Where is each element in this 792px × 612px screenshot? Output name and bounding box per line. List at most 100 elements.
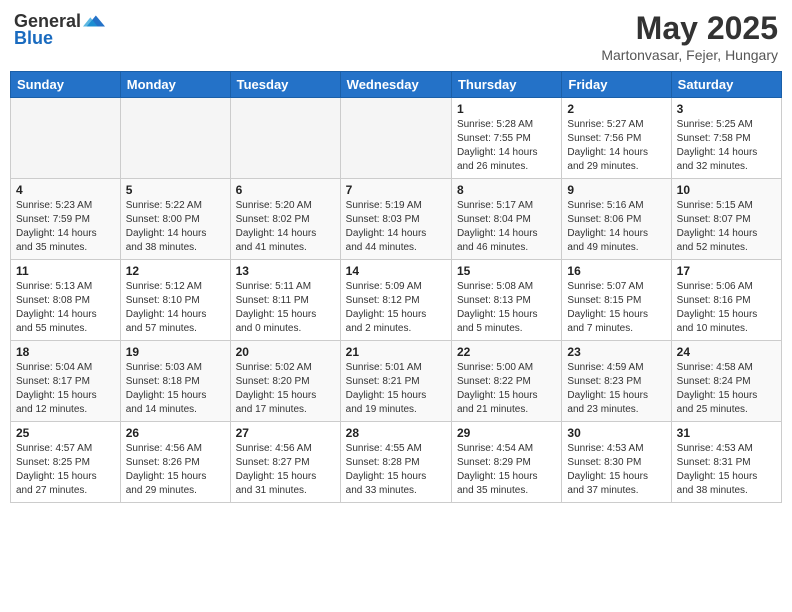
day-info: Sunrise: 5:09 AMSunset: 8:12 PMDaylight:…	[346, 280, 446, 336]
day-info: Sunrise: 5:20 AMSunset: 8:02 PMDaylight:…	[236, 199, 335, 255]
col-header-tuesday: Tuesday	[230, 72, 340, 98]
day-number: 29	[457, 426, 556, 440]
calendar-cell: 24 Sunrise: 4:58 AMSunset: 8:24 PMDayligh…	[671, 341, 781, 422]
logo-blue: Blue	[14, 28, 53, 49]
calendar-cell: 11 Sunrise: 5:13 AMSunset: 8:08 PMDayligh…	[11, 260, 121, 341]
calendar-cell	[230, 98, 340, 179]
calendar-cell: 29Sunrise: 4:54 AMSunset: 8:29 PMDayligh…	[451, 422, 561, 503]
day-number: 24	[677, 345, 776, 359]
day-info: Sunrise: 4:53 AMSunset: 8:30 PMDaylight:…	[567, 442, 665, 498]
calendar-cell: 28 Sunrise: 4:55 AMSunset: 8:28 PMDayligh…	[340, 422, 451, 503]
day-number: 20	[236, 345, 335, 359]
calendar-cell: 6 Sunrise: 5:20 AMSunset: 8:02 PMDaylight…	[230, 179, 340, 260]
col-header-friday: Friday	[562, 72, 671, 98]
day-info: Sunrise: 5:06 AMSunset: 8:16 PMDaylight:…	[677, 280, 776, 336]
day-info: Sunrise: 5:23 AMSunset: 7:59 PMDaylight:…	[16, 199, 115, 255]
day-number: 27	[236, 426, 335, 440]
day-number: 4	[16, 183, 115, 197]
day-number: 15	[457, 264, 556, 278]
page-header: General Blue May 2025 Martonvasar, Fejer…	[10, 10, 782, 63]
calendar-cell: 10Sunrise: 5:15 AMSunset: 8:07 PMDayligh…	[671, 179, 781, 260]
day-info: Sunrise: 5:00 AMSunset: 8:22 PMDaylight:…	[457, 361, 556, 417]
day-info: Sunrise: 5:04 AMSunset: 8:17 PMDaylight:…	[16, 361, 115, 417]
calendar-cell: 22 Sunrise: 5:00 AMSunset: 8:22 PMDayligh…	[451, 341, 561, 422]
day-number: 22	[457, 345, 556, 359]
day-number: 16	[567, 264, 665, 278]
calendar-cell: 27 Sunrise: 4:56 AMSunset: 8:27 PMDayligh…	[230, 422, 340, 503]
day-number: 17	[677, 264, 776, 278]
day-info: Sunrise: 5:12 AMSunset: 8:10 PMDaylight:…	[126, 280, 225, 336]
day-info: Sunrise: 4:58 AMSunset: 8:24 PMDaylight:…	[677, 361, 776, 417]
col-header-thursday: Thursday	[451, 72, 561, 98]
col-header-sunday: Sunday	[11, 72, 121, 98]
day-number: 7	[346, 183, 446, 197]
day-number: 31	[677, 426, 776, 440]
day-number: 25	[16, 426, 115, 440]
title-block: May 2025 Martonvasar, Fejer, Hungary	[601, 10, 778, 63]
day-info: Sunrise: 5:01 AMSunset: 8:21 PMDaylight:…	[346, 361, 446, 417]
calendar-cell: 26Sunrise: 4:56 AMSunset: 8:26 PMDayligh…	[120, 422, 230, 503]
day-info: Sunrise: 4:55 AMSunset: 8:28 PMDaylight:…	[346, 442, 446, 498]
calendar-cell: 25 Sunrise: 4:57 AMSunset: 8:25 PMDayligh…	[11, 422, 121, 503]
calendar-cell: 23Sunrise: 4:59 AMSunset: 8:23 PMDayligh…	[562, 341, 671, 422]
day-info: Sunrise: 5:27 AMSunset: 7:56 PMDaylight:…	[567, 118, 665, 174]
calendar-cell: 12 Sunrise: 5:12 AMSunset: 8:10 PMDayligh…	[120, 260, 230, 341]
day-number: 8	[457, 183, 556, 197]
calendar-cell: 4 Sunrise: 5:23 AMSunset: 7:59 PMDaylight…	[11, 179, 121, 260]
location: Martonvasar, Fejer, Hungary	[601, 47, 778, 63]
calendar-cell: 13 Sunrise: 5:11 AMSunset: 8:11 PMDayligh…	[230, 260, 340, 341]
calendar-cell	[120, 98, 230, 179]
day-info: Sunrise: 4:57 AMSunset: 8:25 PMDaylight:…	[16, 442, 115, 498]
logo: General Blue	[14, 10, 105, 49]
day-info: Sunrise: 5:15 AMSunset: 8:07 PMDaylight:…	[677, 199, 776, 255]
day-number: 21	[346, 345, 446, 359]
calendar-cell: 8 Sunrise: 5:17 AMSunset: 8:04 PMDaylight…	[451, 179, 561, 260]
day-info: Sunrise: 4:56 AMSunset: 8:27 PMDaylight:…	[236, 442, 335, 498]
day-number: 5	[126, 183, 225, 197]
day-number: 19	[126, 345, 225, 359]
day-info: Sunrise: 5:08 AMSunset: 8:13 PMDaylight:…	[457, 280, 556, 336]
calendar-cell	[340, 98, 451, 179]
day-info: Sunrise: 5:13 AMSunset: 8:08 PMDaylight:…	[16, 280, 115, 336]
day-number: 9	[567, 183, 665, 197]
calendar-cell: 30Sunrise: 4:53 AMSunset: 8:30 PMDayligh…	[562, 422, 671, 503]
calendar-cell: 2 Sunrise: 5:27 AMSunset: 7:56 PMDaylight…	[562, 98, 671, 179]
day-number: 3	[677, 102, 776, 116]
calendar-cell: 15 Sunrise: 5:08 AMSunset: 8:13 PMDayligh…	[451, 260, 561, 341]
calendar-cell: 19 Sunrise: 5:03 AMSunset: 8:18 PMDayligh…	[120, 341, 230, 422]
day-info: Sunrise: 5:25 AMSunset: 7:58 PMDaylight:…	[677, 118, 776, 174]
day-number: 11	[16, 264, 115, 278]
day-info: Sunrise: 5:03 AMSunset: 8:18 PMDaylight:…	[126, 361, 225, 417]
day-info: Sunrise: 5:17 AMSunset: 8:04 PMDaylight:…	[457, 199, 556, 255]
calendar-cell: 1Sunrise: 5:28 AMSunset: 7:55 PMDaylight…	[451, 98, 561, 179]
logo-icon	[83, 10, 105, 32]
day-number: 14	[346, 264, 446, 278]
day-info: Sunrise: 5:16 AMSunset: 8:06 PMDaylight:…	[567, 199, 665, 255]
calendar-table: SundayMondayTuesdayWednesdayThursdayFrid…	[10, 71, 782, 503]
col-header-wednesday: Wednesday	[340, 72, 451, 98]
day-info: Sunrise: 4:56 AMSunset: 8:26 PMDaylight:…	[126, 442, 225, 498]
col-header-saturday: Saturday	[671, 72, 781, 98]
day-number: 13	[236, 264, 335, 278]
calendar-cell: 31 Sunrise: 4:53 AMSunset: 8:31 PMDayligh…	[671, 422, 781, 503]
day-info: Sunrise: 5:11 AMSunset: 8:11 PMDaylight:…	[236, 280, 335, 336]
calendar-cell: 20Sunrise: 5:02 AMSunset: 8:20 PMDayligh…	[230, 341, 340, 422]
calendar-cell: 7 Sunrise: 5:19 AMSunset: 8:03 PMDaylight…	[340, 179, 451, 260]
calendar-cell: 5 Sunrise: 5:22 AMSunset: 8:00 PMDaylight…	[120, 179, 230, 260]
day-number: 23	[567, 345, 665, 359]
day-info: Sunrise: 5:19 AMSunset: 8:03 PMDaylight:…	[346, 199, 446, 255]
calendar-cell: 18 Sunrise: 5:04 AMSunset: 8:17 PMDayligh…	[11, 341, 121, 422]
day-number: 2	[567, 102, 665, 116]
day-number: 6	[236, 183, 335, 197]
day-info: Sunrise: 5:22 AMSunset: 8:00 PMDaylight:…	[126, 199, 225, 255]
calendar-cell: 14 Sunrise: 5:09 AMSunset: 8:12 PMDayligh…	[340, 260, 451, 341]
day-info: Sunrise: 4:53 AMSunset: 8:31 PMDaylight:…	[677, 442, 776, 498]
day-info: Sunrise: 5:28 AMSunset: 7:55 PMDaylight:…	[457, 118, 556, 174]
day-number: 28	[346, 426, 446, 440]
calendar-cell: 21 Sunrise: 5:01 AMSunset: 8:21 PMDayligh…	[340, 341, 451, 422]
calendar-cell: 17 Sunrise: 5:06 AMSunset: 8:16 PMDayligh…	[671, 260, 781, 341]
col-header-monday: Monday	[120, 72, 230, 98]
day-number: 18	[16, 345, 115, 359]
day-number: 12	[126, 264, 225, 278]
calendar-cell: 9 Sunrise: 5:16 AMSunset: 8:06 PMDaylight…	[562, 179, 671, 260]
